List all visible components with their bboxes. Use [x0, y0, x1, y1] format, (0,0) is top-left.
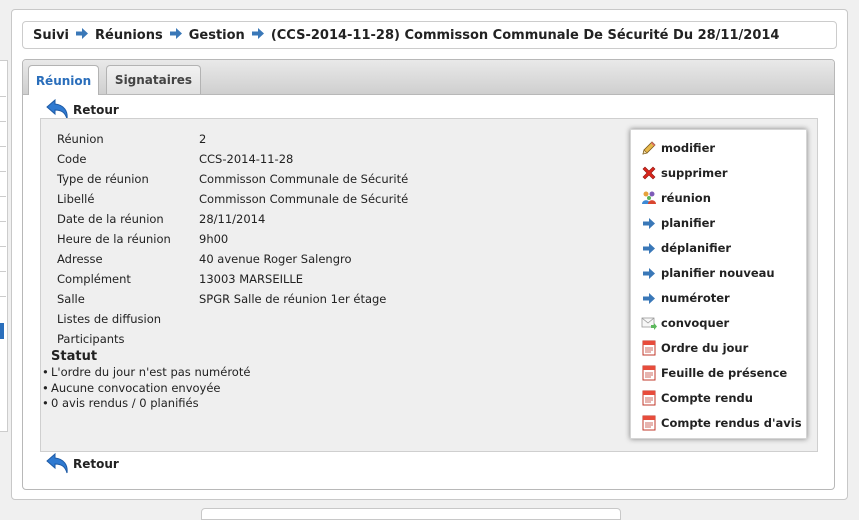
field-row: Libellé Commisson Communale de Sécurité [57, 189, 408, 209]
breadcrumb-suivi[interactable]: Suivi [33, 28, 69, 43]
statut-list: L'ordre du jour n'est pas numéroté Aucun… [41, 365, 250, 412]
action-label: numéroter [661, 291, 730, 305]
statut-item: Aucune convocation envoyée [41, 381, 250, 397]
statut-item: 0 avis rendus / 0 planifiés [41, 396, 250, 412]
statut-title: Statut [51, 349, 98, 364]
action-label: modifier [661, 141, 716, 155]
field-value: 28/11/2014 [199, 212, 266, 226]
field-value [199, 329, 408, 349]
action-label: réunion [661, 191, 711, 205]
back-label: Retour [73, 457, 119, 471]
action-convoquer[interactable]: convoquer [641, 314, 729, 332]
action-modifier[interactable]: modifier [641, 139, 715, 157]
action-compte-rendus-avis[interactable]: Compte rendus d'avis [641, 414, 802, 432]
tab-signataires[interactable]: Signataires [106, 65, 201, 94]
action-label: Ordre du jour [661, 341, 749, 355]
arrow-right-icon [169, 27, 182, 43]
action-label: planifier nouveau [661, 266, 775, 280]
pdf-icon [641, 390, 657, 406]
people-icon [641, 190, 657, 206]
field-row: Complément 13003 MARSEILLE [57, 269, 408, 289]
field-value [199, 309, 408, 329]
action-label: supprimer [661, 166, 728, 180]
field-row: Type de réunion Commisson Communale de Sé… [57, 169, 408, 189]
action-label: convoquer [661, 316, 730, 330]
field-row: Date de la réunion 28/11/2014 [57, 209, 408, 229]
field-label: Heure de la réunion [57, 232, 171, 246]
field-value: Commisson Communale de Sécurité [199, 172, 409, 186]
field-label: Type de réunion [57, 172, 149, 186]
field-value: SPGR Salle de réunion 1er étage [199, 292, 387, 306]
action-label: Compte rendus d'avis [661, 416, 802, 430]
action-compte-rendu[interactable]: Compte rendu [641, 389, 753, 407]
field-label: Réunion [57, 132, 104, 146]
action-deplanifier[interactable]: déplanifier [641, 239, 731, 257]
pencil-icon [641, 140, 657, 156]
field-row: Réunion 2 [57, 129, 408, 149]
action-planifier-nouveau[interactable]: planifier nouveau [641, 264, 775, 282]
breadcrumb: Suivi Réunions Gestion (CCS-2014-11-28) … [22, 21, 837, 49]
field-label: Libellé [57, 192, 95, 206]
field-row: Listes de diffusion [57, 309, 408, 329]
bottom-panel-edge [201, 508, 621, 520]
field-label: Adresse [57, 252, 103, 266]
field-value: 13003 MARSEILLE [199, 272, 304, 286]
field-value: 9h00 [199, 232, 229, 246]
breadcrumb-current: (CCS-2014-11-28) Commisson Communale De … [270, 27, 780, 43]
action-label: Feuille de présence [661, 366, 788, 380]
action-label: Compte rendu [661, 391, 753, 405]
back-button-bottom[interactable]: Retour [46, 453, 119, 475]
field-label: Listes de diffusion [57, 312, 162, 326]
actions-menu: modifier supprimer réunion planifier dép… [630, 129, 807, 439]
back-arrow-icon [46, 453, 68, 474]
arrow-right-icon [251, 27, 264, 43]
field-value: CCS-2014-11-28 [199, 152, 294, 166]
field-row: Participants [57, 329, 408, 349]
action-ordre-du-jour[interactable]: Ordre du jour [641, 339, 748, 357]
tab-bar: Réunion Signataires [23, 60, 834, 95]
field-row: Heure de la réunion 9h00 [57, 229, 408, 249]
arrow-right-icon [76, 27, 89, 43]
arrow-right-icon [641, 240, 657, 256]
action-label: planifier [661, 216, 716, 230]
arrow-right-icon [641, 290, 657, 306]
pdf-icon [641, 365, 657, 381]
action-supprimer[interactable]: supprimer [641, 164, 728, 182]
back-label: Retour [73, 103, 119, 117]
statut-item: L'ordre du jour n'est pas numéroté [41, 365, 250, 381]
action-reunion[interactable]: réunion [641, 189, 711, 207]
pdf-icon [641, 415, 657, 431]
action-feuille-de-presence[interactable]: Feuille de présence [641, 364, 787, 382]
field-label: Date de la réunion [57, 212, 164, 226]
delete-icon [641, 165, 657, 181]
action-numeroter[interactable]: numéroter [641, 289, 730, 307]
tab-reunion[interactable]: Réunion [28, 65, 99, 95]
mail-icon [641, 315, 657, 331]
field-label: Code [57, 152, 87, 166]
field-row: Salle SPGR Salle de réunion 1er étage [57, 289, 408, 309]
field-row: Code CCS-2014-11-28 [57, 149, 408, 169]
arrow-right-icon [641, 215, 657, 231]
breadcrumb-reunions[interactable]: Réunions [95, 28, 163, 43]
left-panel-edge [0, 60, 8, 432]
arrow-right-icon [641, 265, 657, 281]
field-value: 2 [199, 132, 207, 146]
action-label: déplanifier [661, 241, 732, 255]
field-value: Commisson Communale de Sécurité [199, 192, 409, 206]
field-value: 40 avenue Roger Salengro [199, 252, 352, 266]
breadcrumb-gestion[interactable]: Gestion [189, 28, 245, 43]
field-row: Adresse 40 avenue Roger Salengro [57, 249, 408, 269]
pdf-icon [641, 340, 657, 356]
action-planifier[interactable]: planifier [641, 214, 715, 232]
field-label: Salle [57, 292, 85, 306]
field-label: Complément [57, 272, 131, 286]
meeting-fields-table: Réunion 2 Code CCS-2014-11-28 Type de réun… [57, 129, 408, 349]
field-label: Participants [57, 332, 125, 346]
